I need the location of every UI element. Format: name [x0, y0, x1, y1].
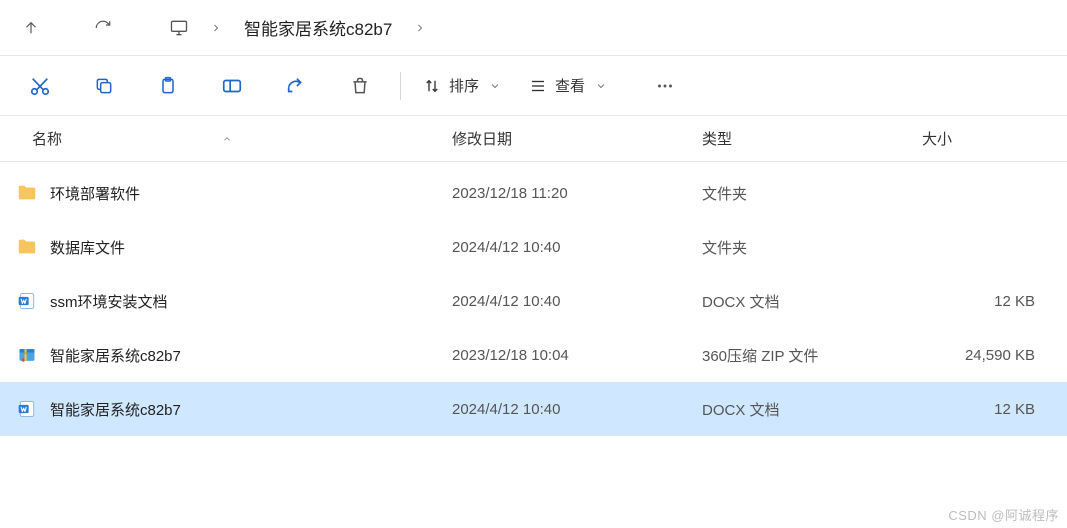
folder-icon [16, 236, 38, 258]
more-button[interactable] [633, 64, 697, 108]
file-name: 智能家居系统c82b7 [50, 345, 181, 366]
file-type: 360压缩 ZIP 文件 [702, 345, 922, 366]
file-modified: 2024/4/12 10:40 [452, 239, 702, 256]
file-name: 智能家居系统c82b7 [50, 399, 181, 420]
file-size: 12 KB [922, 293, 1055, 310]
column-headers: 名称 修改日期 类型 大小 [0, 116, 1067, 162]
view-label: 查看 [555, 75, 585, 96]
file-modified: 2024/4/12 10:40 [452, 401, 702, 418]
file-row[interactable]: 数据库文件 2024/4/12 10:40文件夹 [0, 220, 1067, 274]
address-bar: 智能家居系统c82b7 [0, 0, 1067, 56]
file-type: 文件夹 [702, 237, 922, 258]
file-row[interactable]: ssm环境安装文档 2024/4/12 10:40DOCX 文档12 KB [0, 274, 1067, 328]
toolbar-divider [400, 72, 401, 100]
file-modified: 2023/12/18 11:20 [452, 185, 702, 202]
toolbar: 排序 查看 [0, 56, 1067, 116]
share-button[interactable] [264, 64, 328, 108]
file-row[interactable]: 环境部署软件 2023/12/18 11:20文件夹 [0, 166, 1067, 220]
sort-button[interactable]: 排序 [409, 64, 515, 108]
header-type[interactable]: 类型 [702, 128, 922, 149]
header-modified[interactable]: 修改日期 [452, 128, 702, 149]
file-list: 环境部署软件2023/12/18 11:20文件夹 数据库文件2024/4/12… [0, 162, 1067, 444]
sort-label: 排序 [449, 75, 479, 96]
this-pc-icon[interactable] [162, 11, 196, 45]
file-row[interactable]: 智能家居系统c82b7 2023/12/18 10:04360压缩 ZIP 文件2… [0, 328, 1067, 382]
breadcrumb-current[interactable]: 智能家居系统c82b7 [236, 11, 400, 44]
zip-icon [16, 344, 38, 366]
docx-icon [16, 290, 38, 312]
view-button[interactable]: 查看 [515, 64, 621, 108]
file-row[interactable]: 智能家居系统c82b7 2024/4/12 10:40DOCX 文档12 KB [0, 382, 1067, 436]
watermark: CSDN @阿诚程序 [948, 505, 1059, 524]
header-name[interactable]: 名称 [12, 128, 452, 149]
file-type: DOCX 文档 [702, 399, 922, 420]
sort-indicator-icon [222, 134, 232, 144]
cut-button[interactable] [8, 64, 72, 108]
folder-icon [16, 182, 38, 204]
chevron-right-icon[interactable] [406, 22, 434, 34]
file-size: 12 KB [922, 401, 1055, 418]
breadcrumb[interactable]: 智能家居系统c82b7 [156, 8, 440, 48]
header-size[interactable]: 大小 [922, 128, 1055, 149]
chevron-down-icon [489, 80, 501, 92]
chevron-right-icon[interactable] [202, 22, 230, 34]
chevron-down-icon [595, 80, 607, 92]
file-type: 文件夹 [702, 183, 922, 204]
copy-button[interactable] [72, 64, 136, 108]
file-modified: 2023/12/18 10:04 [452, 347, 702, 364]
docx-icon [16, 398, 38, 420]
file-name: ssm环境安装文档 [50, 291, 168, 312]
file-size: 24,590 KB [922, 347, 1055, 364]
file-name: 环境部署软件 [50, 183, 140, 204]
file-type: DOCX 文档 [702, 291, 922, 312]
rename-button[interactable] [200, 64, 264, 108]
delete-button[interactable] [328, 64, 392, 108]
file-name: 数据库文件 [50, 237, 125, 258]
view-icon [529, 77, 547, 95]
file-modified: 2024/4/12 10:40 [452, 293, 702, 310]
sort-icon [423, 77, 441, 95]
refresh-button[interactable] [80, 8, 126, 48]
up-button[interactable] [8, 8, 54, 48]
header-name-label: 名称 [32, 128, 62, 149]
paste-button[interactable] [136, 64, 200, 108]
